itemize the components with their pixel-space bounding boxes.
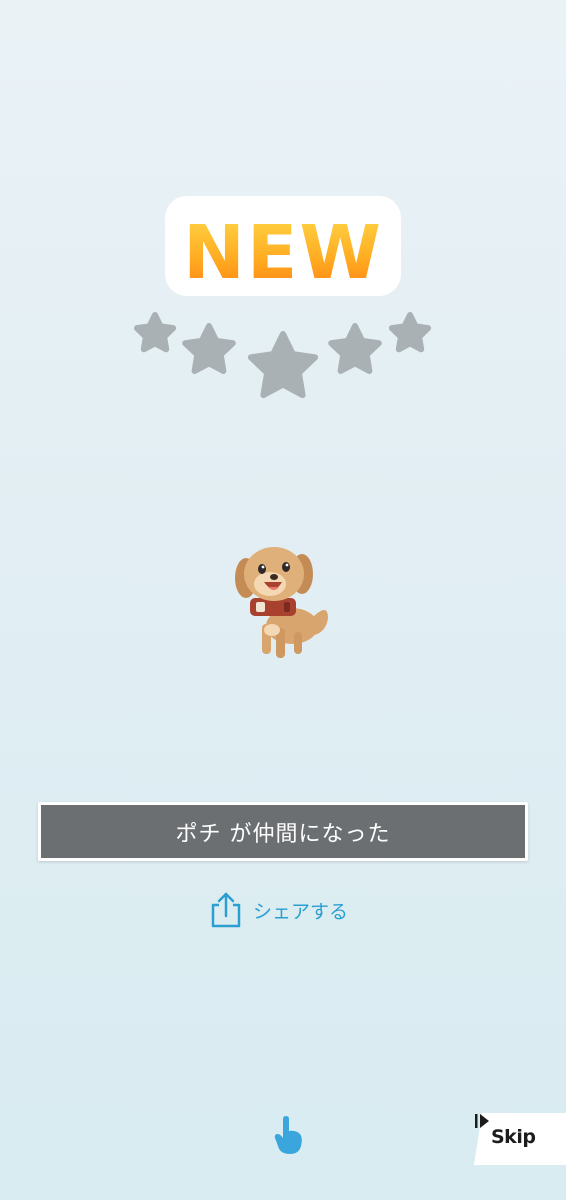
recruit-message-text: ポチ が仲間になった xyxy=(41,805,525,858)
skip-button[interactable]: Skip xyxy=(474,1113,566,1165)
skip-label: Skip xyxy=(491,1126,536,1148)
star-icon xyxy=(133,312,177,353)
pointing-hand-icon xyxy=(274,1116,302,1154)
share-icon xyxy=(211,892,241,928)
dog-character-icon xyxy=(235,547,328,658)
share-button[interactable]: シェアする xyxy=(209,888,348,932)
star-icon xyxy=(182,323,236,374)
star-icon xyxy=(247,331,319,399)
new-badge-text: NEW xyxy=(183,210,383,296)
star-icon xyxy=(328,323,382,374)
skip-arrow-icon xyxy=(475,1114,489,1128)
share-label: シェアする xyxy=(253,900,349,923)
star-icon xyxy=(388,312,432,353)
new-badge: NEW xyxy=(165,196,401,296)
rarity-stars xyxy=(133,312,432,399)
recruit-message-bar: ポチ が仲間になった xyxy=(38,802,528,861)
